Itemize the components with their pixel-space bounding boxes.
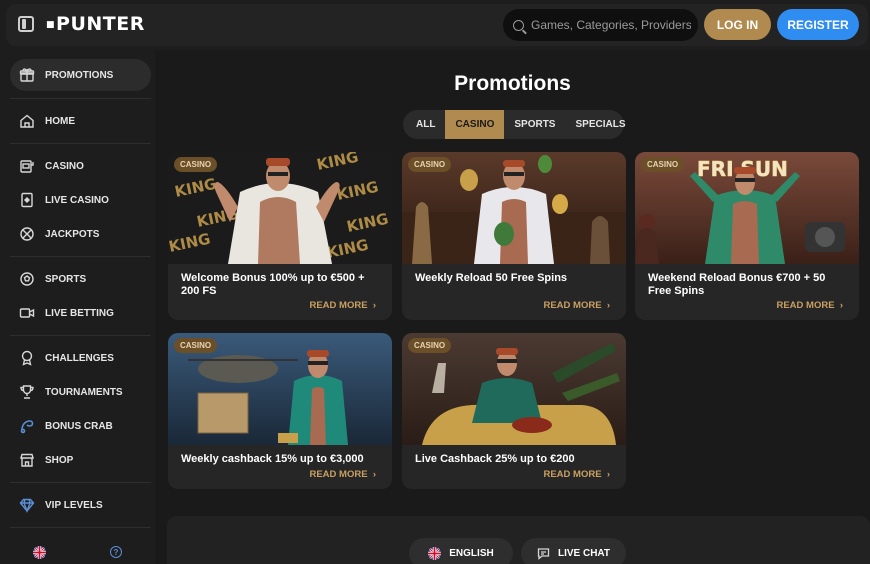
- read-more-link[interactable]: READ MORE ›: [309, 300, 376, 311]
- uk-flag-icon[interactable]: [33, 546, 46, 559]
- read-more-link[interactable]: READ MORE ›: [543, 469, 610, 480]
- sidebar-item-live-casino[interactable]: LIVE CASINO: [10, 184, 151, 216]
- playing-card-icon: [19, 192, 35, 208]
- tab-sports[interactable]: SPORTS: [504, 110, 565, 139]
- promo-title: Welcome Bonus 100% up to €500 + 200 FS: [181, 272, 365, 297]
- promotion-tabs: ALL CASINO SPORTS SPECIALS: [403, 110, 626, 139]
- sidebar-item-challenges[interactable]: CHALLENGES: [10, 342, 151, 374]
- video-camera-icon: [19, 305, 35, 321]
- crab-icon: [19, 418, 35, 434]
- promo-image: CASINO: [168, 333, 392, 445]
- sidebar-toggle-icon[interactable]: [18, 16, 34, 32]
- sidebar-item-jackpots[interactable]: JACKPOTS: [10, 218, 151, 250]
- sidebar-item-sports[interactable]: SPORTS: [10, 263, 151, 295]
- footer-panel: [167, 516, 870, 564]
- promo-image: KING KING KING KING KING KING KING CASIN…: [168, 152, 392, 264]
- soccer-ball-icon: [19, 271, 35, 287]
- promo-card-weekly-reload[interactable]: CASINO Weekly Reload 50 Free Spins READ …: [402, 152, 626, 320]
- sidebar-item-label: BONUS CRAB: [45, 420, 113, 432]
- search-icon: [513, 19, 524, 31]
- promo-image: CASINO: [402, 152, 626, 264]
- sidebar-divider: [10, 527, 151, 528]
- medal-icon: [19, 350, 35, 366]
- diamond-icon: [19, 497, 35, 513]
- sidebar-item-label: CASINO: [45, 160, 84, 172]
- promo-image: FRI SUN CASINO: [635, 152, 859, 264]
- sidebar-item-label: LIVE BETTING: [45, 307, 114, 319]
- sidebar-item-bonus-crab[interactable]: BONUS CRAB: [10, 410, 151, 442]
- search-input[interactable]: [531, 18, 691, 32]
- sidebar-item-label: SHOP: [45, 454, 74, 466]
- promo-card-live-cashback[interactable]: CASINO Live Cashback 25% up to €200 READ…: [402, 333, 626, 489]
- shop-icon: [19, 452, 35, 468]
- tab-casino[interactable]: CASINO: [445, 110, 505, 139]
- sidebar-item-label: JACKPOTS: [45, 228, 100, 240]
- logo[interactable]: ■PUNTER: [46, 13, 145, 35]
- sidebar-item-label: CHALLENGES: [45, 352, 114, 364]
- slot-machine-icon: [19, 158, 35, 174]
- help-icon[interactable]: ?: [110, 546, 122, 558]
- sidebar-item-label: SPORTS: [45, 273, 87, 285]
- category-badge: CASINO: [408, 338, 452, 353]
- promo-image: CASINO: [402, 333, 626, 445]
- sidebar-divider: [10, 482, 151, 483]
- home-icon: [19, 113, 35, 129]
- promo-card-weekend-reload[interactable]: FRI SUN CASINO Weekend Reload Bonus €700…: [635, 152, 859, 320]
- login-button[interactable]: LOG IN: [704, 9, 771, 40]
- sidebar-item-live-betting[interactable]: LIVE BETTING: [10, 297, 151, 329]
- category-badge: CASINO: [408, 157, 452, 172]
- category-badge: CASINO: [641, 157, 685, 172]
- sidebar-item-promotions[interactable]: PROMOTIONS: [10, 59, 151, 91]
- sidebar-divider: [10, 143, 151, 144]
- sidebar-item-home[interactable]: HOME: [10, 105, 151, 137]
- sidebar-item-vip-levels[interactable]: VIP LEVELS: [10, 489, 151, 521]
- sidebar-item-label: HOME: [45, 115, 75, 127]
- jackpot-icon: [19, 226, 35, 242]
- promo-title: Weekly Reload 50 Free Spins: [415, 272, 568, 284]
- promo-card-welcome-bonus[interactable]: KING KING KING KING KING KING KING CASIN…: [168, 152, 392, 320]
- language-button[interactable]: ENGLISH: [409, 538, 513, 564]
- read-more-link[interactable]: READ MORE ›: [776, 300, 843, 311]
- sidebar-bottom: ?: [0, 534, 155, 564]
- sidebar-divider: [10, 335, 151, 336]
- header: ■PUNTER LOG IN REGISTER: [0, 0, 870, 50]
- language-label: ENGLISH: [449, 547, 494, 559]
- sidebar-divider: [10, 256, 151, 257]
- category-badge: CASINO: [174, 157, 218, 172]
- chat-icon: [537, 547, 550, 560]
- category-badge: CASINO: [174, 338, 218, 353]
- tab-specials[interactable]: SPECIALS: [565, 110, 635, 139]
- read-more-link[interactable]: READ MORE ›: [543, 300, 610, 311]
- tab-all[interactable]: ALL: [406, 110, 445, 139]
- sidebar-item-label: VIP LEVELS: [45, 499, 103, 511]
- read-more-link[interactable]: READ MORE ›: [309, 469, 376, 480]
- promo-card-weekly-cashback[interactable]: CASINO Weekly cashback 15% up to €3,000 …: [168, 333, 392, 489]
- sidebar-item-shop[interactable]: SHOP: [10, 444, 151, 476]
- gift-icon: [19, 67, 35, 83]
- sidebar-item-label: PROMOTIONS: [45, 69, 114, 81]
- search-bar[interactable]: [503, 9, 698, 41]
- register-button[interactable]: REGISTER: [777, 9, 859, 40]
- sidebar-item-label: LIVE CASINO: [45, 194, 109, 206]
- trophy-icon: [19, 384, 35, 400]
- page-title: Promotions: [454, 72, 571, 95]
- promo-title: Weekend Reload Bonus €700 + 50 Free Spin…: [648, 272, 826, 297]
- live-chat-label: LIVE CHAT: [557, 547, 611, 559]
- uk-flag-icon: [428, 546, 442, 560]
- sidebar-item-tournaments[interactable]: TOURNAMENTS: [10, 376, 151, 408]
- sidebar-item-casino[interactable]: CASINO: [10, 150, 151, 182]
- sidebar-divider: [10, 98, 151, 99]
- sidebar: PROMOTIONS HOME CASINO LIVE CASINO JACKP…: [0, 50, 155, 564]
- sidebar-item-label: TOURNAMENTS: [45, 386, 123, 398]
- main-content: Promotions ALL CASINO SPORTS SPECIALS KI…: [155, 50, 870, 564]
- live-chat-button[interactable]: LIVE CHAT: [521, 538, 626, 564]
